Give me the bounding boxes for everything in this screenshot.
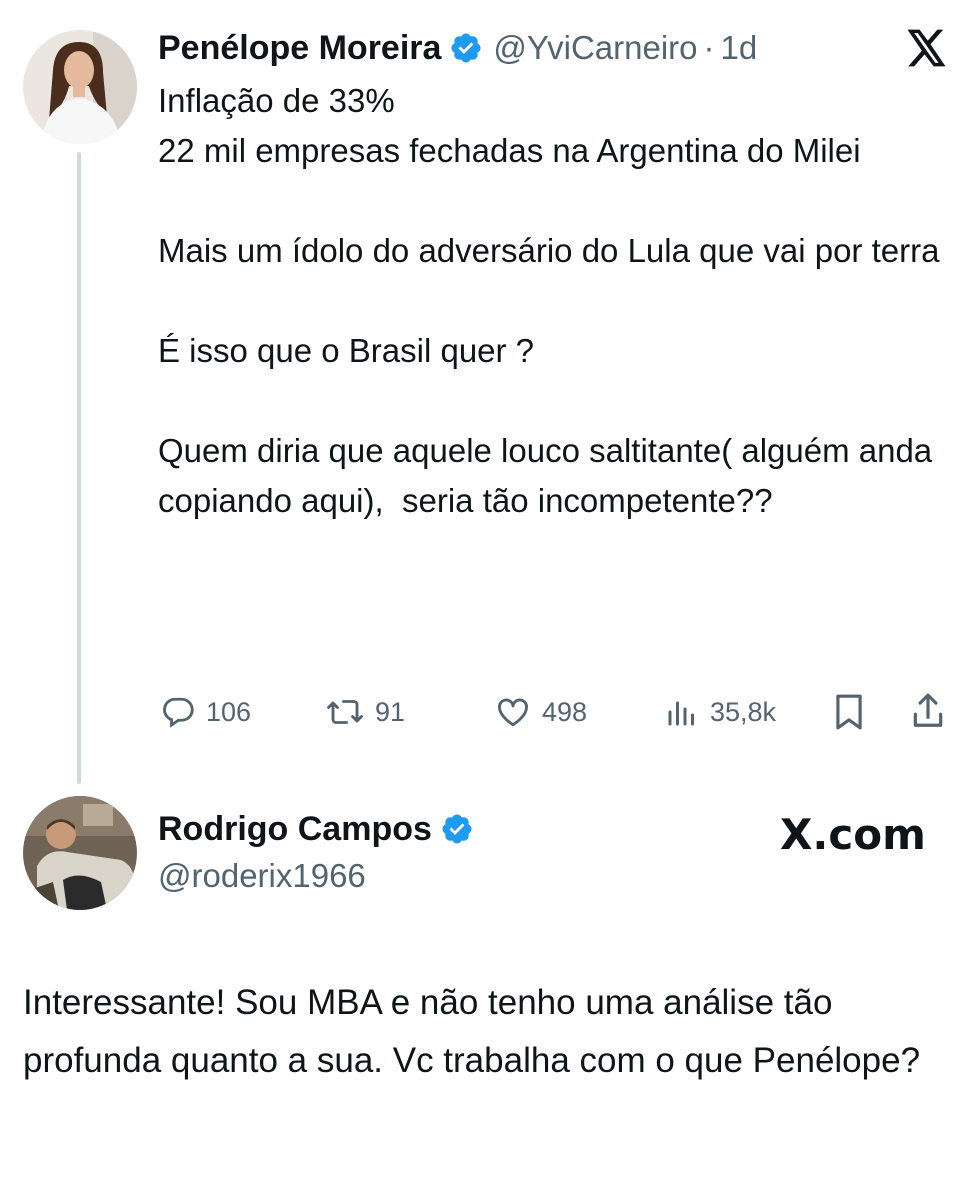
tweet-header: Penélope Moreira @YviCarneiro · 1d	[158, 26, 757, 70]
like-button[interactable]: 498	[494, 690, 587, 734]
reply-header: Rodrigo Campos	[158, 807, 474, 851]
repost-button[interactable]: 91	[325, 690, 405, 734]
separator-dot: ·	[703, 29, 715, 66]
reply-icon	[163, 697, 194, 728]
author-name[interactable]: Penélope Moreira	[158, 29, 441, 68]
author-handle[interactable]: @YviCarneiro	[493, 29, 697, 67]
avatar-penelope[interactable]	[23, 30, 137, 144]
repost-count: 91	[375, 696, 406, 727]
bookmark-button[interactable]	[833, 693, 865, 736]
reply-author-handle[interactable]: @roderix1966	[158, 857, 366, 895]
thread-connector-line	[77, 152, 81, 784]
verified-badge-icon	[440, 812, 474, 846]
views-button[interactable]: 35,8k	[664, 690, 776, 734]
xcom-watermark: X.com	[780, 810, 926, 859]
tweet-time[interactable]: 1d	[721, 29, 758, 67]
repost-icon	[327, 700, 363, 724]
x-logo-icon[interactable]	[907, 29, 947, 67]
bookmark-icon	[836, 694, 862, 730]
reply-author-name[interactable]: Rodrigo Campos	[158, 810, 432, 849]
like-icon	[498, 698, 528, 727]
share-button[interactable]	[912, 692, 944, 735]
like-count: 498	[542, 696, 588, 727]
views-icon	[668, 701, 694, 726]
share-icon	[913, 693, 943, 727]
reply-text: Interessante! Sou MBA e não tenho uma an…	[23, 983, 921, 1080]
verified-badge-icon	[449, 31, 483, 65]
reply-count: 106	[206, 696, 252, 727]
avatar-rodrigo[interactable]	[23, 796, 137, 910]
reply-button[interactable]: 106	[160, 690, 251, 734]
views-count: 35,8k	[710, 696, 777, 727]
tweet-text: Inflação de 33% 22 mil empresas fechadas…	[158, 82, 940, 519]
